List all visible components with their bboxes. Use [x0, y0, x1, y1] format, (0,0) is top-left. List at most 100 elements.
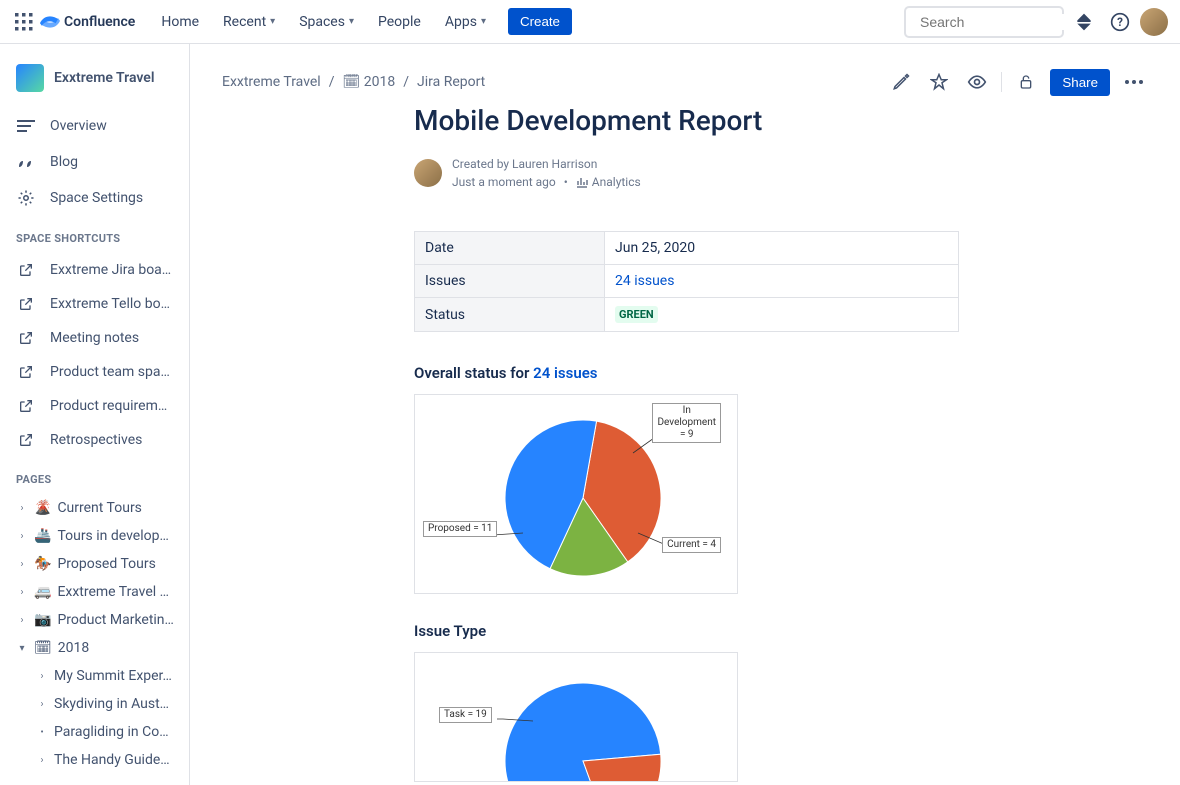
chevron-icon[interactable]: ›	[36, 671, 48, 682]
chevron-icon[interactable]: ›	[16, 615, 28, 626]
breadcrumb-parent[interactable]: 🗓 2018	[343, 74, 396, 90]
page-actions: Share	[887, 68, 1148, 96]
external-link-icon	[16, 260, 36, 280]
chevron-down-icon: ▾	[349, 16, 354, 27]
pages-header: PAGES	[0, 457, 189, 494]
chart-label-task: Task = 19	[439, 707, 492, 723]
info-row: Issues 24 issues	[415, 265, 959, 298]
page-tree-child[interactable]: ›My Summit Exper…	[0, 662, 189, 690]
page-tree-item[interactable]: ›🚢Tours in develop…	[0, 522, 189, 550]
info-label: Status	[415, 298, 605, 332]
chevron-down-icon: ▾	[270, 16, 275, 27]
chart-label-proposed: Proposed = 11	[423, 521, 497, 537]
chevron-icon[interactable]: ›	[16, 559, 28, 570]
edit-icon[interactable]	[887, 68, 915, 96]
page-meta: Created by Lauren Harrison Just a moment…	[414, 155, 1138, 191]
page-tree-child[interactable]: ›Skydiving in Aust…	[0, 690, 189, 718]
nav-items: Home Recent▾ Spaces▾ People Apps▾	[151, 8, 496, 36]
info-label: Date	[415, 232, 605, 265]
star-icon[interactable]	[925, 68, 953, 96]
external-link-icon	[16, 430, 36, 450]
space-header[interactable]: Exxtreme Travel	[0, 56, 189, 108]
external-link-icon	[16, 294, 36, 314]
nav-home[interactable]: Home	[151, 8, 209, 36]
external-link-icon	[16, 396, 36, 416]
sidebar-space-settings[interactable]: Space Settings	[0, 180, 189, 216]
page-tree-item[interactable]: ›🚐Exxtreme Travel …	[0, 578, 189, 606]
space-logo	[16, 64, 44, 92]
analytics-icon	[576, 176, 588, 188]
shortcuts-header: SPACE SHORTCUTS	[0, 216, 189, 253]
more-icon[interactable]	[1120, 68, 1148, 96]
analytics-link[interactable]: Analytics	[576, 173, 641, 191]
overall-status-chart: Proposed = 11 In Development = 9 Current…	[414, 394, 738, 594]
watch-icon[interactable]	[963, 68, 991, 96]
page-tree-item[interactable]: ▾🗓2018	[0, 634, 189, 662]
chart-label-current: Current = 4	[662, 537, 721, 553]
page-tree-item[interactable]: ›🏇Proposed Tours	[0, 550, 189, 578]
chevron-icon[interactable]: •	[36, 727, 48, 738]
breadcrumb-space[interactable]: Exxtreme Travel	[222, 74, 321, 90]
info-row: Status GREEN	[415, 298, 959, 332]
shortcut-link[interactable]: Exxtreme Tello board	[0, 287, 189, 321]
author-name[interactable]: Lauren Harrison	[512, 157, 597, 171]
user-avatar[interactable]	[1140, 8, 1168, 36]
info-value: GREEN	[605, 298, 959, 332]
chart-label-in-dev: In Development = 9	[652, 403, 721, 443]
shortcut-link[interactable]: Product requiremen…	[0, 389, 189, 423]
shortcut-link[interactable]: Retrospectives	[0, 423, 189, 457]
page-timestamp: Just a moment ago	[452, 173, 556, 191]
breadcrumb-current[interactable]: Jira Report	[417, 74, 485, 90]
status-badge: GREEN	[615, 306, 658, 323]
chevron-icon[interactable]: ›	[16, 503, 28, 514]
overall-issues-link[interactable]: 24 issues	[533, 364, 597, 382]
chevron-icon[interactable]: ›	[16, 587, 28, 598]
notification-icon[interactable]	[1068, 6, 1100, 38]
main-content: Exxtreme Travel / 🗓 2018 / Jira Report S…	[190, 44, 1180, 785]
search-box[interactable]	[904, 6, 1064, 38]
page-tree-item[interactable]: ›🌋Current Tours	[0, 494, 189, 522]
gear-icon	[16, 188, 36, 208]
info-label: Issues	[415, 265, 605, 298]
page-tree-child[interactable]: •Paragliding in Co…	[0, 718, 189, 746]
author-avatar[interactable]	[414, 159, 442, 187]
nav-spaces[interactable]: Spaces▾	[289, 8, 364, 36]
info-row: DateJun 25, 2020	[415, 232, 959, 265]
app-switcher-icon[interactable]	[12, 10, 36, 34]
shortcut-link[interactable]: Product team space	[0, 355, 189, 389]
sidebar-overview[interactable]: Overview	[0, 108, 189, 144]
svg-text:?: ?	[1117, 15, 1123, 29]
shortcut-link[interactable]: Meeting notes	[0, 321, 189, 355]
issue-type-heading: Issue Type	[414, 622, 1138, 640]
issue-type-chart: Task = 19	[414, 652, 738, 782]
top-nav: Confluence Home Recent▾ Spaces▾ People A…	[0, 0, 1180, 44]
restrictions-icon[interactable]	[1012, 68, 1040, 96]
issues-link[interactable]: 24 issues	[615, 273, 674, 289]
nav-apps[interactable]: Apps▾	[435, 8, 496, 36]
confluence-logo-text: Confluence	[64, 14, 135, 30]
confluence-logo[interactable]: Confluence	[40, 12, 135, 32]
blog-icon	[16, 152, 36, 172]
create-button[interactable]: Create	[508, 8, 572, 35]
sidebar-blog[interactable]: Blog	[0, 144, 189, 180]
info-table: DateJun 25, 2020Issues 24 issues Status GRE…	[414, 231, 959, 332]
chevron-icon[interactable]: ›	[36, 699, 48, 710]
chevron-icon[interactable]: ›	[36, 755, 48, 766]
sidebar: Exxtreme Travel Overview Blog Space Sett…	[0, 44, 190, 785]
external-link-icon	[16, 362, 36, 382]
chevron-icon[interactable]: ›	[16, 531, 28, 542]
page-title: Mobile Development Report	[414, 104, 1138, 137]
info-value: Jun 25, 2020	[605, 232, 959, 265]
page-tree-item[interactable]: ›📷Product Marketin…	[0, 606, 189, 634]
help-icon[interactable]: ?	[1104, 6, 1136, 38]
chevron-down-icon: ▾	[481, 16, 486, 27]
nav-recent[interactable]: Recent▾	[213, 8, 285, 36]
share-button[interactable]: Share	[1050, 69, 1110, 96]
page-tree-child[interactable]: ›The Handy Guide…	[0, 746, 189, 774]
chevron-icon[interactable]: ▾	[16, 643, 28, 654]
shortcut-link[interactable]: Exxtreme Jira board	[0, 253, 189, 287]
overall-status-heading: Overall status for 24 issues	[414, 364, 1138, 382]
nav-people[interactable]: People	[368, 8, 431, 36]
overview-icon	[16, 116, 36, 136]
external-link-icon	[16, 328, 36, 348]
